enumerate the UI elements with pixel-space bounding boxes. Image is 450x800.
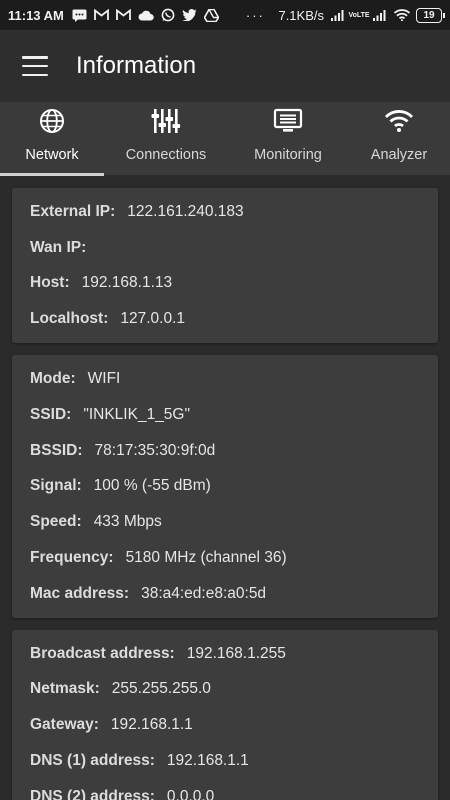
ip-card: External IP: 122.161.240.183 Wan IP: Host… — [12, 188, 438, 344]
row-value: 433 Mbps — [93, 513, 162, 531]
row-value: 122.161.240.183 — [127, 202, 244, 220]
row-label: Gateway: — [30, 716, 99, 734]
info-row-mode: Mode: WIFI — [30, 361, 420, 397]
info-row-speed: Speed: 433 Mbps — [30, 504, 420, 540]
info-row-host: Host: 192.168.1.13 — [30, 266, 420, 302]
status-time: 11:13 AM — [8, 7, 64, 23]
row-value: 78:17:35:30:9f:0d — [94, 441, 216, 459]
gmail-icon — [116, 7, 132, 23]
row-label: Wan IP: — [30, 238, 87, 256]
drive-icon — [204, 7, 220, 23]
info-row-mac-address: Mac address: 38:a4:ed:e8:a0:5d — [30, 576, 420, 612]
row-label: Speed: — [30, 513, 82, 531]
tab-label: Analyzer — [370, 147, 428, 163]
network-info: External IP: 122.161.240.183 Wan IP: Host… — [0, 176, 450, 800]
tab-label: Connections — [125, 147, 207, 163]
row-label: Netmask: — [30, 680, 100, 698]
signal-icon — [330, 7, 346, 23]
more-notifications: ··· — [245, 7, 265, 23]
row-value: 192.168.1.13 — [81, 274, 173, 292]
app-bar: Information — [0, 30, 450, 102]
cloud-icon — [138, 7, 154, 23]
row-value: "INKLIK_1_5G" — [83, 405, 190, 423]
row-value: 192.168.1.1 — [110, 716, 193, 734]
twitter-icon — [182, 7, 198, 23]
tab-network[interactable]: Network — [0, 102, 104, 176]
info-row-gateway: Gateway: 192.168.1.1 — [30, 707, 420, 743]
row-label: Localhost: — [30, 310, 109, 328]
row-label: Broadcast address: — [30, 644, 175, 662]
tab-analyzer[interactable]: Analyzer — [348, 102, 450, 175]
info-row-bssid: BSSID: 78:17:35:30:9f:0d — [30, 433, 420, 469]
info-row-dns1: DNS (1) address: 192.168.1.1 — [30, 743, 420, 779]
info-row-ssid: SSID: "INKLIK_1_5G" — [30, 397, 420, 433]
info-row-dns2: DNS (2) address: 0.0.0.0 — [30, 779, 420, 800]
row-value: 127.0.0.1 — [120, 310, 186, 328]
menu-icon[interactable] — [22, 56, 48, 76]
dns-card: Broadcast address: 192.168.1.255 Netmask:… — [12, 629, 438, 800]
status-right: 7.1KB/s VoLTE 19 — [278, 7, 445, 23]
row-value: 38:a4:ed:e8:a0:5d — [141, 584, 267, 602]
row-value: 255.255.255.0 — [111, 680, 211, 698]
tab-bar: Network Connections Monitoring Analyzer — [0, 102, 450, 176]
page-title: Information — [76, 52, 197, 79]
row-label: Mode: — [30, 370, 76, 388]
wifi-card: Mode: WIFI SSID: "INKLIK_1_5G" BSSID: 78:17… — [12, 355, 438, 618]
row-label: Host: — [30, 274, 70, 292]
network-speed: 7.1KB/s — [278, 7, 324, 23]
info-row-broadcast: Broadcast address: 192.168.1.255 — [30, 636, 420, 672]
info-row-signal: Signal: 100 % (-55 dBm) — [30, 469, 420, 505]
info-row-localhost: Localhost: 127.0.0.1 — [30, 301, 420, 337]
row-label: DNS (1) address: — [30, 752, 155, 770]
row-label: External IP: — [30, 202, 116, 220]
row-label: Frequency: — [30, 549, 114, 567]
tab-label: Monitoring — [254, 147, 322, 163]
row-label: DNS (2) address: — [30, 787, 155, 800]
status-bar: 11:13 AM ··· 7.1KB/s VoLTE 19 — [0, 0, 450, 30]
row-value: 100 % (-55 dBm) — [93, 477, 211, 495]
info-row-netmask: Netmask: 255.255.255.0 — [30, 672, 420, 708]
monitor-icon — [273, 108, 303, 147]
connections-icon — [151, 108, 181, 147]
row-label: BSSID: — [30, 441, 83, 459]
info-row-external-ip: External IP: 122.161.240.183 — [30, 194, 420, 230]
row-label: Signal: — [30, 477, 82, 495]
gmail-icon — [94, 7, 110, 23]
notification-icons: ··· — [72, 7, 265, 23]
tab-connections[interactable]: Connections — [104, 102, 228, 175]
row-value: 0.0.0.0 — [166, 787, 215, 800]
signal-icon — [372, 7, 388, 23]
tab-label: Network — [25, 147, 79, 163]
info-row-wan-ip: Wan IP: — [30, 230, 420, 266]
globe-icon — [39, 108, 65, 147]
row-value: WIFI — [87, 370, 121, 388]
row-value: 5180 MHz (channel 36) — [125, 549, 287, 567]
volte-icon: VoLTE — [348, 11, 370, 19]
message-icon — [72, 7, 88, 23]
row-label: SSID: — [30, 405, 72, 423]
tab-monitoring[interactable]: Monitoring — [228, 102, 348, 175]
battery-indicator: 19 — [416, 7, 445, 23]
wifi-icon — [394, 7, 410, 23]
row-value: 192.168.1.255 — [186, 644, 286, 662]
row-value: 192.168.1.1 — [166, 752, 249, 770]
whatsapp-icon — [160, 7, 176, 23]
row-label: Mac address: — [30, 584, 130, 602]
info-row-frequency: Frequency: 5180 MHz (channel 36) — [30, 540, 420, 576]
wifi-icon — [384, 108, 414, 147]
